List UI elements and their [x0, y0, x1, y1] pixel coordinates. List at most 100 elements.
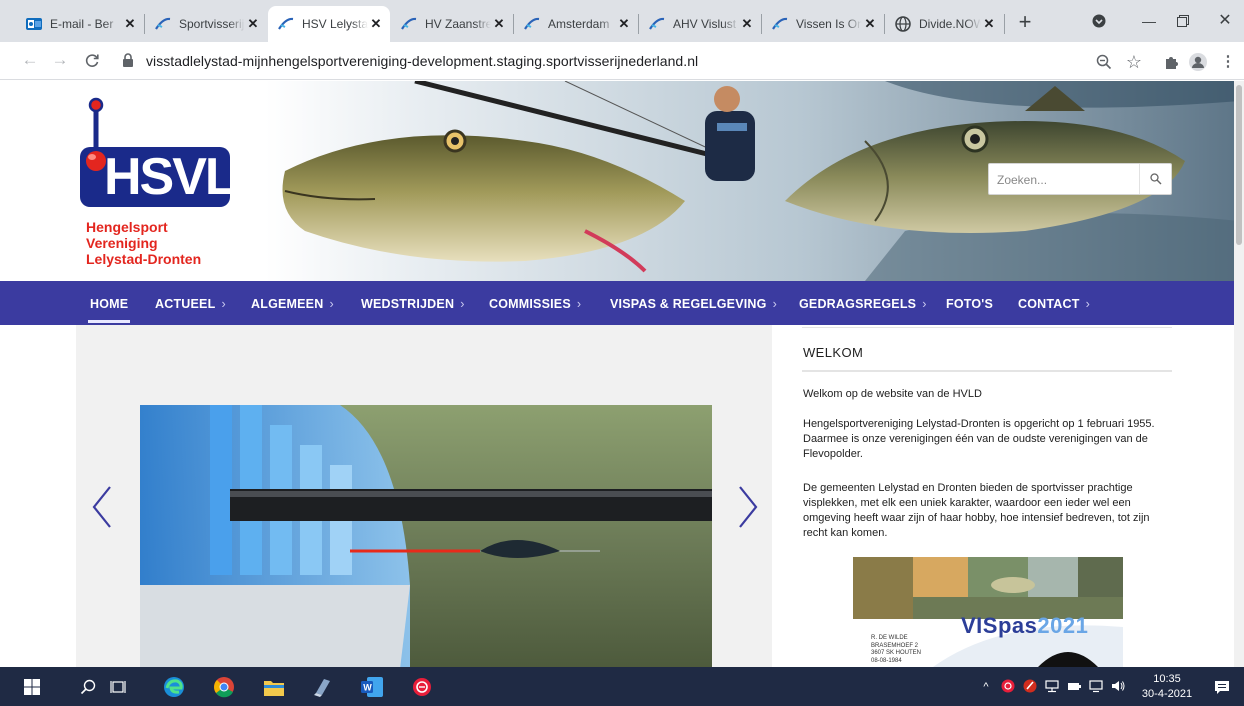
site-logo[interactable]: HSVL Hengelsport Vereniging Lelystad-Dro… [78, 91, 258, 271]
chevron-right-icon: › [922, 297, 927, 311]
close-tab-icon[interactable]: ✕ [616, 16, 632, 32]
slider-next-arrow-icon[interactable] [736, 485, 760, 529]
nav-wedstrijden[interactable]: WEDSTRIJDEN › [361, 281, 465, 325]
close-tab-icon[interactable]: ✕ [862, 16, 878, 32]
close-tab-icon[interactable]: ✕ [739, 16, 755, 32]
globe-icon [895, 16, 911, 32]
address-bar[interactable]: visstadlelystad-mijnhengelsportverenigin… [112, 47, 1112, 75]
tab-ahv-vislust[interactable]: AHV Vislust ✕ [639, 6, 761, 42]
zoom-icon[interactable] [1094, 52, 1114, 72]
vispas-title-vis: VISpas [961, 613, 1038, 638]
close-tab-icon[interactable]: ✕ [981, 16, 997, 32]
logo-subtitle-1: Hengelsport [86, 219, 168, 235]
close-tab-icon[interactable]: ✕ [122, 16, 138, 32]
nav-label: ACTUEEL [155, 297, 216, 311]
nav-label: COMMISSIES [489, 297, 571, 311]
welcome-paragraph-3: De gemeenten Lelystad en Dronten bieden … [803, 482, 1150, 539]
nav-label: CONTACT [1018, 297, 1080, 311]
chevron-right-icon: › [329, 297, 334, 311]
file-explorer-icon[interactable] [262, 675, 286, 699]
browser-tab-bar: E-mail - Ber ✕ Sportvisserij ✕ HSV Lelys… [0, 0, 1244, 42]
holder-line: R. DE WILDE [871, 635, 908, 641]
clock-date: 30-4-2021 [1141, 688, 1193, 700]
close-tab-icon[interactable]: ✕ [491, 16, 507, 32]
tab-amsterdam[interactable]: Amsterdam ✕ [514, 6, 638, 42]
svg-text:W: W [363, 683, 372, 693]
welcome-heading: WELKOM [803, 345, 864, 360]
new-tab-button[interactable]: + [1012, 10, 1038, 36]
page-scrollbar[interactable] [1234, 81, 1244, 667]
search-input[interactable] [997, 170, 1137, 190]
app-icon[interactable] [310, 675, 334, 699]
tab-title: Divide.NOW [919, 17, 981, 31]
divider [802, 370, 1172, 372]
tab-title: Vissen Is On [796, 17, 862, 31]
forward-arrow-icon[interactable]: → [48, 48, 72, 72]
outlook-icon [26, 16, 42, 32]
welcome-paragraph-1: Welkom op de website van de HVLD [803, 388, 982, 400]
vispas-holder: R. DE WILDE BRASEMHOEF 2 3607 SK HOUTEN … [871, 635, 921, 665]
battery-icon[interactable] [1066, 679, 1082, 695]
holder-line: 3607 SK HOUTEN [871, 650, 922, 656]
sportvisserij-icon [524, 16, 540, 32]
chrome-menu-icon[interactable]: ⋮ [1218, 52, 1238, 72]
network-icon[interactable] [1044, 679, 1060, 695]
extensions-puzzle-icon[interactable] [1162, 52, 1182, 72]
nav-algemeen[interactable]: ALGEMEEN › [251, 281, 334, 325]
logo-subtitle-3: Lelystad-Dronten [86, 251, 202, 267]
vispas-2021-image[interactable]: VISpas2021 R. DE WILDE BRASEMHOEF 2 3607… [853, 557, 1123, 667]
search-icon [1149, 173, 1161, 185]
chrome-browser-icon[interactable] [212, 675, 236, 699]
tab-divide-now[interactable]: Divide.NOW ✕ [885, 6, 1003, 42]
edge-browser-icon[interactable] [162, 675, 186, 699]
windows-start-icon[interactable] [20, 675, 44, 699]
task-view-icon[interactable] [106, 675, 130, 699]
tray-app-2-icon[interactable] [1022, 679, 1038, 695]
nav-label: HOME [90, 297, 129, 311]
vispas-title: VISpas2021 [961, 613, 1088, 639]
close-tab-icon[interactable]: ✕ [245, 16, 261, 32]
taskbar-clock[interactable]: 10:35 30-4-2021 [1139, 672, 1195, 702]
holder-line: BRASEMHOEF 2 [871, 642, 919, 649]
chevron-right-icon: › [221, 297, 226, 311]
nav-gedragsregels[interactable]: GEDRAGSREGELS › [799, 281, 927, 325]
chevron-right-icon: › [460, 297, 465, 311]
tab-vissen-is-online[interactable]: Vissen Is On ✕ [762, 6, 884, 42]
nav-contact[interactable]: CONTACT › [1018, 281, 1090, 325]
minimize-window-icon[interactable]: — [1134, 8, 1164, 34]
back-arrow-icon[interactable]: ← [18, 48, 42, 72]
logo-letters: HSVL [104, 148, 237, 206]
close-window-icon[interactable]: ✕ [1210, 8, 1240, 34]
restore-window-icon[interactable] [1168, 8, 1198, 34]
nav-vispas-regelgeving[interactable]: VISPAS & REGELGEVING › [610, 281, 777, 325]
nav-home[interactable]: HOME [87, 281, 131, 325]
nav-actueel[interactable]: ACTUEEL › [155, 281, 226, 325]
scrollbar-thumb[interactable] [1236, 85, 1242, 245]
notifications-icon[interactable] [1210, 675, 1234, 699]
profile-menu-icon[interactable] [1084, 8, 1114, 34]
search-button[interactable] [1139, 164, 1171, 194]
nav-fotos[interactable]: FOTO'S [946, 281, 993, 325]
tab-email[interactable]: E-mail - Ber ✕ [16, 6, 144, 42]
search-icon[interactable] [76, 675, 100, 699]
site-search [988, 163, 1172, 195]
reload-icon[interactable] [80, 48, 104, 72]
close-tab-icon[interactable]: ✕ [368, 16, 384, 32]
monitor-icon[interactable] [1088, 679, 1104, 695]
app-red-icon[interactable] [410, 675, 434, 699]
word-icon[interactable]: W [360, 675, 384, 699]
slider-prev-arrow-icon[interactable] [90, 485, 114, 529]
profile-avatar-icon[interactable] [1188, 52, 1208, 72]
nav-label: FOTO'S [946, 297, 994, 311]
image-slider [76, 325, 772, 667]
tab-hsv-lelystad[interactable]: HSV Lelysta ✕ [268, 6, 390, 42]
tray-app-red-icon[interactable] [1000, 679, 1016, 695]
chevron-right-icon: › [576, 297, 582, 311]
tab-hv-zaanstreek[interactable]: HV Zaanstre ✕ [391, 6, 513, 42]
volume-icon[interactable] [1110, 679, 1126, 695]
tab-title: HV Zaanstre [425, 17, 491, 31]
tab-sportvisserij[interactable]: Sportvisserij ✕ [145, 6, 267, 42]
nav-commissies[interactable]: COMMISSIES › [489, 281, 581, 325]
show-hidden-icons-icon[interactable]: ^ [978, 679, 994, 695]
bookmark-star-icon[interactable]: ☆ [1124, 52, 1144, 72]
